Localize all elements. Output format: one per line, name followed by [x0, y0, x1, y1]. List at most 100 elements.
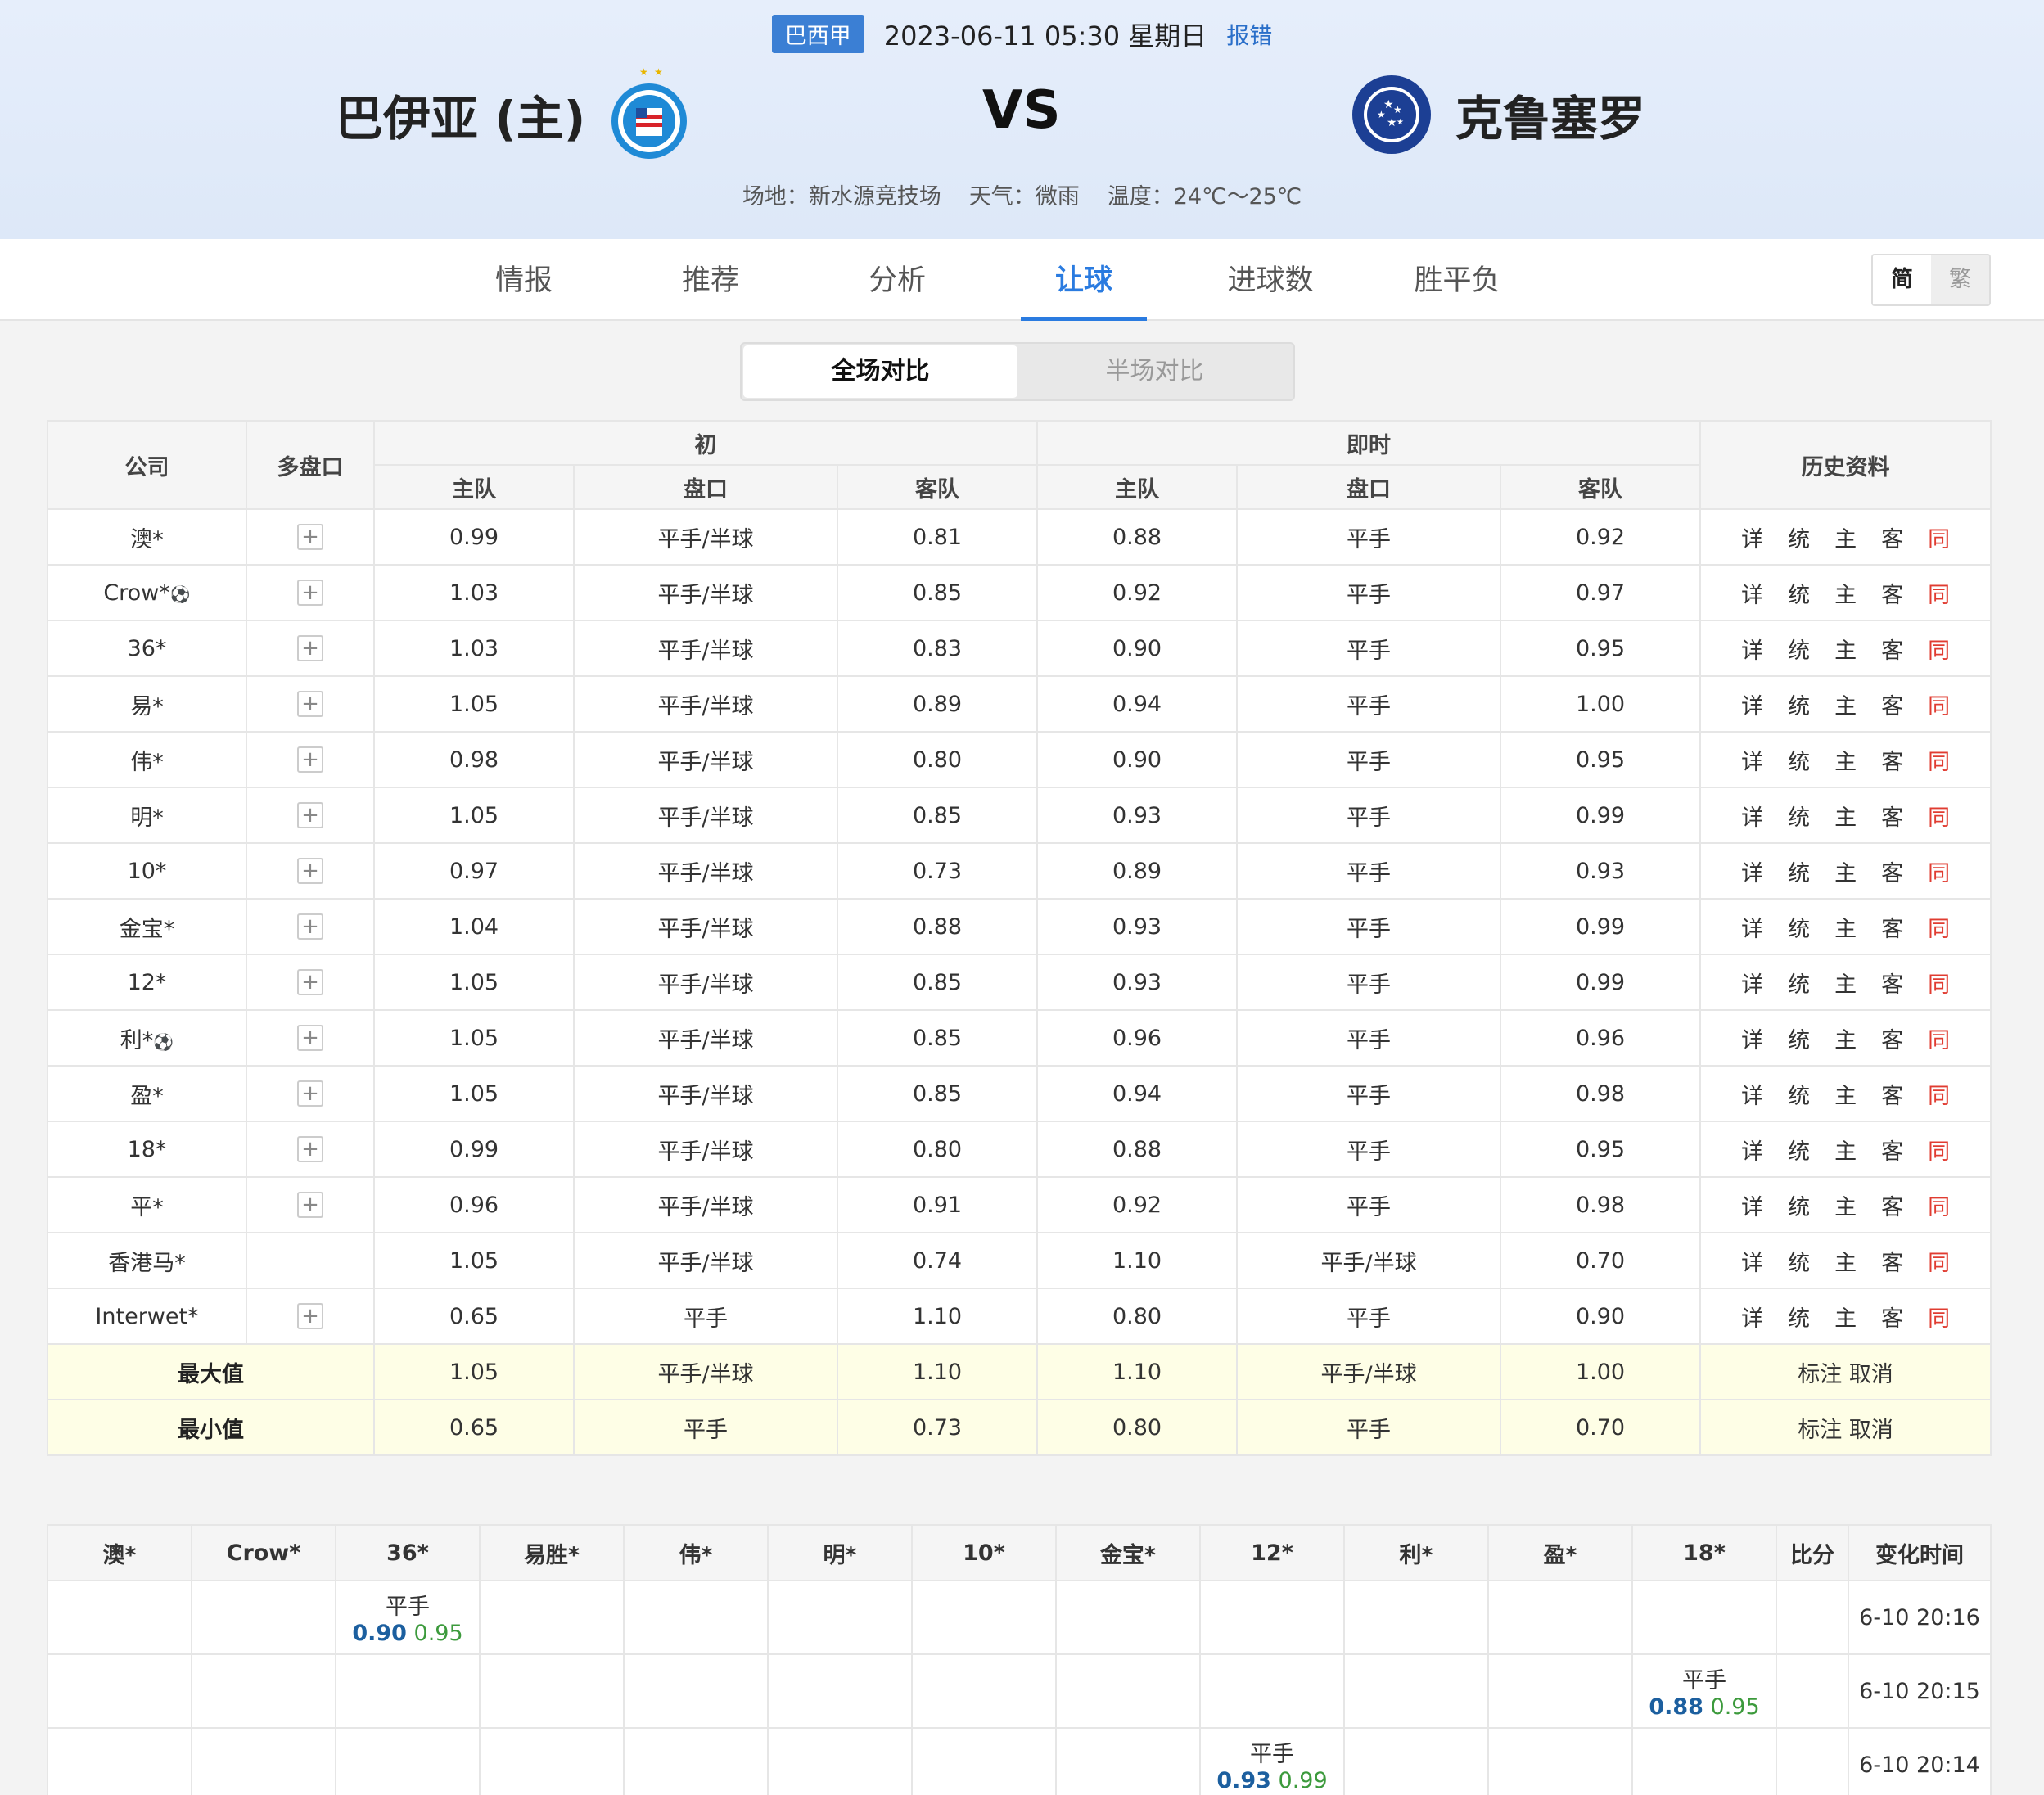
- history-stats-link[interactable]: 统: [1788, 967, 1810, 999]
- history-detail-link[interactable]: 详: [1741, 688, 1763, 720]
- history-detail-link[interactable]: 详: [1741, 967, 1763, 999]
- company-cell[interactable]: 36*: [47, 620, 247, 677]
- tab-goals[interactable]: 进球数: [1207, 239, 1333, 321]
- history-same-link[interactable]: 同: [1928, 688, 1950, 720]
- expand-plus-icon[interactable]: +: [297, 635, 323, 661]
- history-detail-link[interactable]: 详: [1741, 1301, 1763, 1333]
- history-detail-link[interactable]: 详: [1741, 911, 1763, 943]
- history-detail-link[interactable]: 详: [1741, 577, 1763, 609]
- company-cell[interactable]: 香港马*: [47, 1232, 247, 1289]
- cancel-link[interactable]: 取消: [1849, 1418, 1893, 1443]
- history-home-link[interactable]: 主: [1834, 521, 1857, 553]
- expand-plus-icon[interactable]: +: [297, 1025, 323, 1051]
- expand-plus-icon[interactable]: +: [297, 1080, 323, 1107]
- history-same-link[interactable]: 同: [1928, 744, 1950, 776]
- company-cell[interactable]: 利*⚽: [47, 1009, 247, 1067]
- history-detail-link[interactable]: 详: [1741, 1189, 1763, 1221]
- history-stats-link[interactable]: 统: [1788, 1134, 1810, 1166]
- expand-plus-icon[interactable]: +: [297, 580, 323, 606]
- history-away-link[interactable]: 客: [1881, 1022, 1903, 1054]
- expand-plus-icon[interactable]: +: [297, 802, 323, 828]
- history-stats-link[interactable]: 统: [1788, 1301, 1810, 1333]
- history-home-link[interactable]: 主: [1834, 1134, 1857, 1166]
- company-cell[interactable]: 10*: [47, 842, 247, 900]
- history-stats-link[interactable]: 统: [1788, 800, 1810, 832]
- history-detail-link[interactable]: 详: [1741, 855, 1763, 887]
- history-detail-link[interactable]: 详: [1741, 1022, 1763, 1054]
- history-away-link[interactable]: 客: [1881, 911, 1903, 943]
- history-home-link[interactable]: 主: [1834, 855, 1857, 887]
- history-stats-link[interactable]: 统: [1788, 521, 1810, 553]
- history-detail-link[interactable]: 详: [1741, 1134, 1763, 1166]
- company-cell[interactable]: 明*: [47, 787, 247, 844]
- tab-recommend[interactable]: 推荐: [647, 239, 774, 321]
- company-cell[interactable]: 盈*: [47, 1065, 247, 1122]
- history-away-link[interactable]: 客: [1881, 1189, 1903, 1221]
- expand-plus-icon[interactable]: +: [297, 913, 323, 940]
- history-away-link[interactable]: 客: [1881, 855, 1903, 887]
- history-stats-link[interactable]: 统: [1788, 1189, 1810, 1221]
- expand-plus-icon[interactable]: +: [297, 691, 323, 717]
- expand-plus-icon[interactable]: +: [297, 1192, 323, 1218]
- mark-link[interactable]: 标注: [1798, 1362, 1842, 1387]
- history-away-link[interactable]: 客: [1881, 521, 1903, 553]
- history-stats-link[interactable]: 统: [1788, 911, 1810, 943]
- expand-plus-icon[interactable]: +: [297, 1136, 323, 1162]
- history-away-link[interactable]: 客: [1881, 1245, 1903, 1277]
- company-cell[interactable]: 金宝*: [47, 898, 247, 955]
- history-home-link[interactable]: 主: [1834, 1301, 1857, 1333]
- history-away-link[interactable]: 客: [1881, 800, 1903, 832]
- history-home-link[interactable]: 主: [1834, 688, 1857, 720]
- company-cell[interactable]: 易*: [47, 675, 247, 733]
- company-cell[interactable]: 澳*: [47, 508, 247, 566]
- history-same-link[interactable]: 同: [1928, 1301, 1950, 1333]
- half-match-button[interactable]: 半场对比: [1017, 345, 1292, 398]
- history-detail-link[interactable]: 详: [1741, 1245, 1763, 1277]
- history-stats-link[interactable]: 统: [1788, 744, 1810, 776]
- history-detail-link[interactable]: 详: [1741, 744, 1763, 776]
- mark-link[interactable]: 标注: [1798, 1418, 1842, 1443]
- history-stats-link[interactable]: 统: [1788, 1245, 1810, 1277]
- history-detail-link[interactable]: 详: [1741, 800, 1763, 832]
- company-cell[interactable]: Crow*⚽: [47, 564, 247, 621]
- history-away-link[interactable]: 客: [1881, 1134, 1903, 1166]
- expand-plus-icon[interactable]: +: [297, 746, 323, 773]
- home-team[interactable]: 巴伊亚 (主) ★ ★: [336, 65, 690, 164]
- expand-plus-icon[interactable]: +: [297, 1303, 323, 1329]
- history-home-link[interactable]: 主: [1834, 911, 1857, 943]
- history-same-link[interactable]: 同: [1928, 577, 1950, 609]
- history-home-link[interactable]: 主: [1834, 967, 1857, 999]
- history-home-link[interactable]: 主: [1834, 577, 1857, 609]
- history-home-link[interactable]: 主: [1834, 1022, 1857, 1054]
- history-stats-link[interactable]: 统: [1788, 633, 1810, 665]
- history-detail-link[interactable]: 详: [1741, 633, 1763, 665]
- history-same-link[interactable]: 同: [1928, 967, 1950, 999]
- company-cell[interactable]: Interwet*: [47, 1288, 247, 1345]
- history-home-link[interactable]: 主: [1834, 1189, 1857, 1221]
- history-same-link[interactable]: 同: [1928, 633, 1950, 665]
- tab-win-draw-lose[interactable]: 胜平负: [1394, 239, 1520, 321]
- history-same-link[interactable]: 同: [1928, 1189, 1950, 1221]
- history-same-link[interactable]: 同: [1928, 521, 1950, 553]
- company-cell[interactable]: 伟*: [47, 731, 247, 788]
- history-stats-link[interactable]: 统: [1788, 688, 1810, 720]
- history-home-link[interactable]: 主: [1834, 633, 1857, 665]
- tab-handicap[interactable]: 让球: [1021, 239, 1147, 321]
- tab-analysis[interactable]: 分析: [834, 239, 960, 321]
- history-away-link[interactable]: 客: [1881, 967, 1903, 999]
- company-cell[interactable]: 18*: [47, 1121, 247, 1178]
- history-away-link[interactable]: 客: [1881, 1078, 1903, 1110]
- company-cell[interactable]: 平*: [47, 1176, 247, 1233]
- expand-plus-icon[interactable]: +: [297, 969, 323, 995]
- history-same-link[interactable]: 同: [1928, 1134, 1950, 1166]
- expand-plus-icon[interactable]: +: [297, 858, 323, 884]
- expand-plus-icon[interactable]: +: [297, 524, 323, 550]
- history-away-link[interactable]: 客: [1881, 577, 1903, 609]
- history-away-link[interactable]: 客: [1881, 744, 1903, 776]
- history-stats-link[interactable]: 统: [1788, 577, 1810, 609]
- cancel-link[interactable]: 取消: [1849, 1362, 1893, 1387]
- history-home-link[interactable]: 主: [1834, 744, 1857, 776]
- history-stats-link[interactable]: 统: [1788, 855, 1810, 887]
- history-away-link[interactable]: 客: [1881, 1301, 1903, 1333]
- history-home-link[interactable]: 主: [1834, 800, 1857, 832]
